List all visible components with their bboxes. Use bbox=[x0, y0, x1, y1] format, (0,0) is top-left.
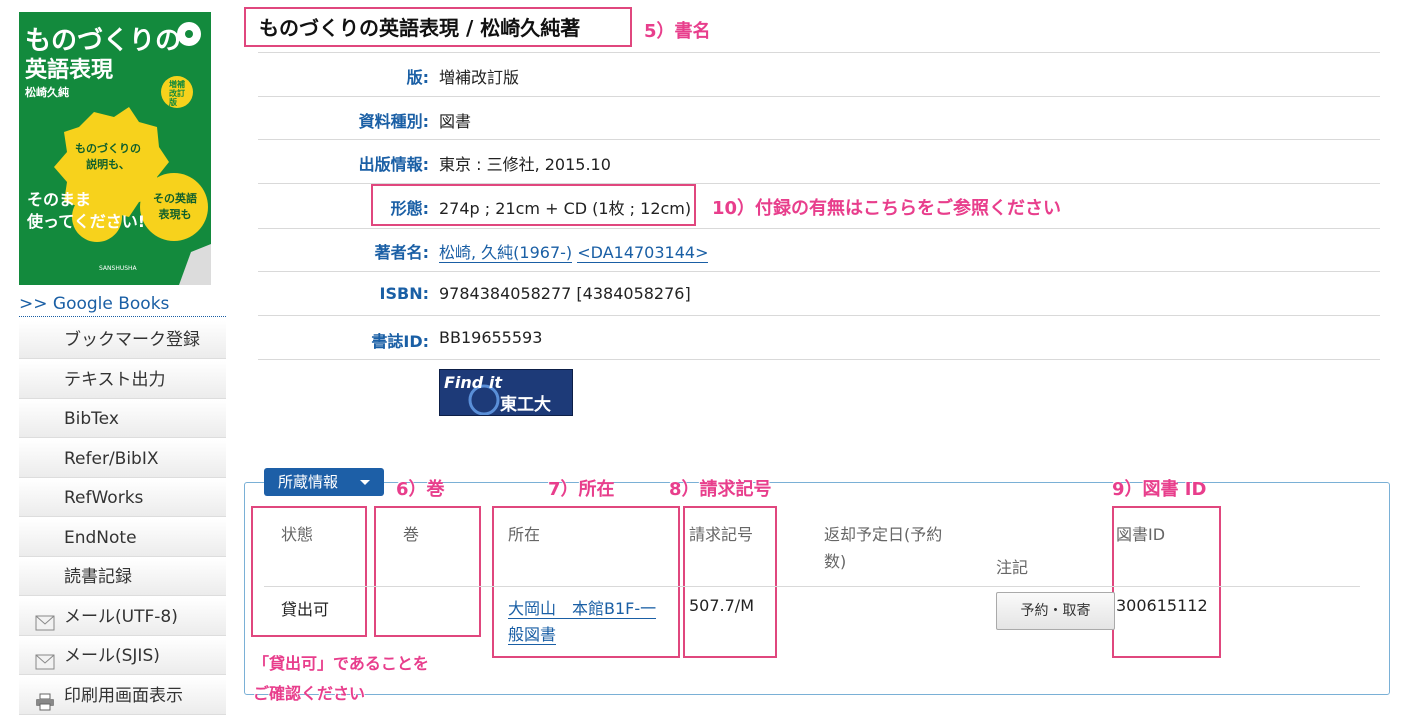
reserve-button[interactable]: 予約・取寄 bbox=[996, 592, 1115, 630]
sidebar-item-reading-log[interactable]: 読書記録 bbox=[19, 558, 226, 596]
sidebar-item-label: メール(SJIS) bbox=[64, 646, 160, 666]
sidebar-item-refworks[interactable]: RefWorks bbox=[19, 479, 226, 517]
findit-text: Find it bbox=[444, 373, 502, 392]
row-divider bbox=[258, 96, 1380, 97]
row-divider bbox=[258, 271, 1380, 272]
sidebar-item-print-view[interactable]: 印刷用画面表示 bbox=[19, 677, 226, 715]
field-label-form: 形態: bbox=[390, 199, 429, 218]
cover-gear-text-1: ものづくりの説明も、 bbox=[75, 142, 141, 171]
mail-icon bbox=[35, 647, 55, 670]
sidebar-item-label: メール(UTF-8) bbox=[64, 607, 178, 627]
sidebar-item-text-export[interactable]: テキスト出力 bbox=[19, 361, 226, 399]
page-title: ものづくりの英語表現 / 松崎久純著 bbox=[259, 16, 581, 40]
field-value-material-type: 図書 bbox=[439, 112, 472, 131]
field-label-material-type: 資料種別: bbox=[358, 112, 429, 131]
sidebar-item-label: EndNote bbox=[64, 528, 137, 548]
annotation-status-note-2: ご確認ください bbox=[253, 684, 366, 703]
sidebar-item-bibtex[interactable]: BibTex bbox=[19, 400, 226, 438]
sidebar-item-label: 印刷用画面表示 bbox=[64, 686, 183, 706]
column-header-callno: 請求記号 bbox=[689, 525, 754, 544]
cell-location: 大岡山 本館B1F-一 般図書 bbox=[508, 596, 657, 648]
sidebar-item-endnote[interactable]: EndNote bbox=[19, 519, 226, 557]
chevron-down-icon bbox=[360, 480, 370, 485]
cover-title-line2: 英語表現 bbox=[25, 58, 114, 83]
annotation-callno: 8）請求記号 bbox=[669, 479, 772, 500]
book-cover-image: ものづくりの 英語表現 松崎久純 増補改訂版 ものづくりの説明も、 その英語表現… bbox=[19, 12, 211, 285]
cell-status: 貸出可 bbox=[281, 600, 330, 619]
author-id-link[interactable]: <DA14703144> bbox=[577, 243, 709, 263]
sidebar-item-label: RefWorks bbox=[64, 488, 144, 508]
findit-institution: 東工大 bbox=[500, 395, 551, 415]
column-header-bookid: 図書ID bbox=[1116, 525, 1166, 544]
field-value-edition: 増補改訂版 bbox=[439, 68, 520, 87]
column-header-status: 状態 bbox=[281, 525, 314, 544]
cell-bookid: 300615112 bbox=[1116, 596, 1208, 615]
field-label-edition: 版: bbox=[406, 68, 429, 87]
sidebar-item-label: Refer/BibIX bbox=[64, 449, 159, 469]
field-label-author: 著者名: bbox=[374, 243, 429, 262]
annotation-status-note-1: 「貸出可」であることを bbox=[253, 654, 429, 673]
author-link[interactable]: 松崎, 久純(1967-) bbox=[439, 243, 573, 263]
annotation-bookid: 9）図書 ID bbox=[1112, 479, 1207, 500]
sidebar-item-label: 読書記録 bbox=[64, 567, 132, 587]
location-link[interactable]: 大岡山 本館B1F-一 bbox=[508, 599, 657, 619]
cell-callno: 507.7/M bbox=[689, 596, 754, 615]
table-header-divider bbox=[264, 586, 1360, 587]
printer-icon bbox=[35, 687, 55, 711]
annotation-title: 5）書名 bbox=[644, 21, 711, 42]
cover-author: 松崎久純 bbox=[25, 86, 69, 99]
annotation-form: 10）付録の有無はこちらをご参照ください bbox=[712, 198, 1062, 219]
sidebar-item-refer-bibix[interactable]: Refer/BibIX bbox=[19, 440, 226, 478]
google-books-link[interactable]: >> Google Books bbox=[19, 294, 226, 317]
column-header-location: 所在 bbox=[508, 525, 541, 544]
field-value-publication: 東京 : 三修社, 2015.10 bbox=[439, 155, 611, 174]
row-divider bbox=[258, 52, 1380, 53]
cover-slogan-1: そのまま bbox=[27, 190, 92, 209]
field-label-isbn: ISBN: bbox=[379, 284, 429, 303]
row-divider bbox=[258, 359, 1380, 360]
sidebar-item-mail-sjis[interactable]: メール(SJIS) bbox=[19, 637, 226, 675]
row-divider bbox=[258, 139, 1380, 140]
findit-button[interactable]: Find it 東工大 bbox=[439, 369, 573, 416]
column-header-note: 注記 bbox=[996, 558, 1029, 577]
column-header-volume: 巻 bbox=[403, 525, 420, 544]
location-link-cont[interactable]: 般図書 bbox=[508, 625, 557, 645]
field-label-bib-id: 書誌ID: bbox=[371, 332, 429, 351]
sidebar-item-bookmark[interactable]: ブックマーク登録 bbox=[19, 321, 226, 359]
cover-gear-text-2: その英語表現も bbox=[153, 192, 197, 221]
cover-publisher: SANSHUSHA bbox=[99, 265, 137, 272]
annotation-volume: 6）巻 bbox=[396, 479, 445, 500]
column-header-due-date-2: 数) bbox=[824, 552, 847, 571]
row-divider bbox=[258, 315, 1380, 316]
field-value-form: 274p ; 21cm + CD (1枚 ; 12cm) bbox=[439, 199, 692, 218]
volume-highlight-box bbox=[374, 506, 481, 637]
holdings-button-label: 所蔵情報 bbox=[278, 473, 339, 491]
row-divider bbox=[258, 228, 1380, 229]
holdings-toggle-button[interactable]: 所蔵情報 bbox=[264, 468, 384, 496]
sidebar-item-mail-utf8[interactable]: メール(UTF-8) bbox=[19, 598, 226, 636]
field-value-isbn: 9784384058277 [4384058276] bbox=[439, 284, 691, 303]
field-value-bib-id: BB19655593 bbox=[439, 328, 543, 347]
cover-badge: 増補改訂版 bbox=[169, 80, 185, 107]
sidebar-item-label: ブックマーク登録 bbox=[64, 330, 200, 350]
annotation-location: 7）所在 bbox=[548, 479, 615, 500]
column-header-due-date: 返却予定日(予約 bbox=[824, 525, 943, 544]
sidebar-item-label: BibTex bbox=[64, 409, 119, 429]
sidebar-item-label: テキスト出力 bbox=[64, 370, 166, 390]
field-label-publication: 出版情報: bbox=[358, 155, 429, 174]
mail-icon bbox=[35, 608, 55, 631]
cover-slogan-2: 使ってください! bbox=[27, 212, 146, 231]
field-value-author: 松崎, 久純(1967-) <DA14703144> bbox=[439, 239, 709, 263]
